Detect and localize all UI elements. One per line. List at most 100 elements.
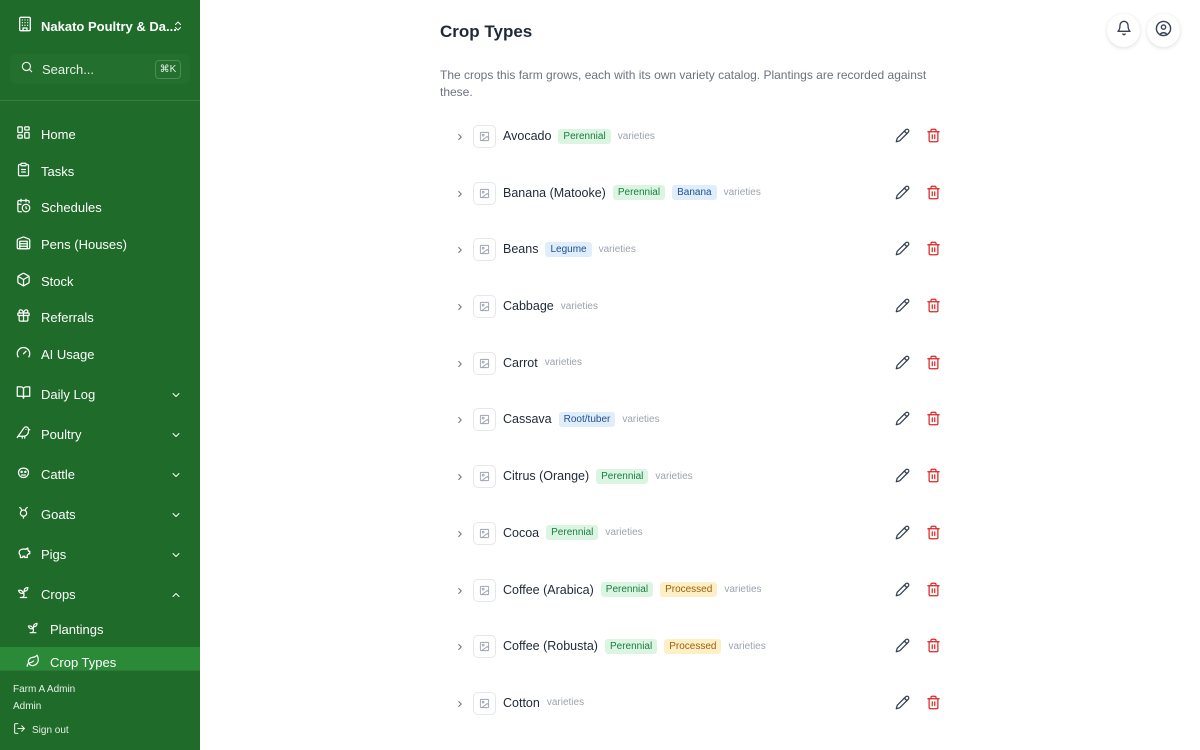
sidebar-item-label: Tasks (41, 163, 75, 179)
image-placeholder-icon (473, 125, 496, 148)
crop-info: Cabbage varieties (503, 296, 598, 316)
sidebar-item-daily-log[interactable]: Daily Log (0, 378, 200, 410)
chevrons-up-down-icon (172, 19, 184, 38)
varieties-label: varieties (605, 527, 643, 539)
sidebar-item-crops[interactable]: Crops (0, 578, 200, 610)
pencil-icon[interactable] (895, 298, 910, 318)
sidebar-item-label: Cattle (41, 466, 75, 482)
crop-name: Avocado (503, 129, 552, 143)
crop-name: Coffee (Arabica) (503, 582, 594, 597)
chevron-down-icon (170, 429, 182, 444)
sidebar-item-cattle[interactable]: Cattle (0, 458, 200, 490)
sidebar-item-pigs[interactable]: Pigs (0, 538, 200, 570)
pencil-icon[interactable] (895, 638, 910, 658)
crop-name: Citrus (Orange) (503, 469, 590, 484)
varieties-label: varieties (655, 470, 693, 482)
chevron-right-icon[interactable] (455, 640, 465, 658)
trash-icon[interactable] (926, 355, 941, 375)
sidebar-subitem-plantings[interactable]: Plantings (0, 614, 200, 644)
sidebar-item-label: Daily Log (41, 386, 96, 402)
pencil-icon[interactable] (895, 411, 910, 431)
crop-row: Banana (Matooke) Perennial Banana varieties (440, 165, 950, 222)
user-name: Farm A Admin (13, 684, 76, 695)
crop-tag: Perennial (596, 468, 649, 484)
pencil-icon[interactable] (895, 695, 910, 715)
sidebar-item-poultry[interactable]: Poultry (0, 418, 200, 450)
sidebar-item-label: Stock (41, 273, 74, 289)
chevron-right-icon[interactable] (455, 697, 465, 715)
crop-tag: Processed (660, 582, 718, 597)
page-title: Crop Types (440, 22, 533, 41)
crop-info: Cassava Root/tuber varieties (503, 409, 660, 429)
pencil-icon[interactable] (895, 355, 910, 375)
sign-out-button[interactable]: Sign out (13, 722, 69, 738)
sprout-icon (16, 585, 31, 603)
sidebar-item-pens-houses[interactable]: Pens (Houses) (0, 228, 200, 260)
pencil-icon[interactable] (895, 185, 910, 205)
trash-icon[interactable] (926, 582, 941, 602)
crop-row: Cocoa Perennial varieties (440, 505, 950, 562)
image-placeholder-icon (473, 351, 496, 375)
sidebar-item-goats[interactable]: Goats (0, 498, 200, 530)
image-placeholder-icon (473, 635, 496, 659)
sidebar-item-label: Crops (41, 586, 76, 602)
pencil-icon[interactable] (895, 582, 910, 602)
sidebar-item-referrals[interactable]: Referrals (0, 301, 200, 333)
crop-info: Coffee (Robusta) Perennial Processed variet… (503, 636, 766, 656)
chevron-right-icon[interactable] (455, 584, 465, 602)
crop-name: Coffee (Robusta) (503, 639, 598, 654)
chevron-right-icon[interactable] (455, 470, 465, 488)
chevron-right-icon[interactable] (455, 130, 465, 148)
chevron-right-icon[interactable] (455, 187, 465, 205)
sidebar-item-home[interactable]: Home (0, 118, 200, 150)
notifications-button[interactable] (1107, 14, 1140, 47)
trash-icon[interactable] (926, 241, 941, 261)
sidebar-item-schedules[interactable]: Schedules (0, 191, 200, 223)
chevron-right-icon[interactable] (455, 243, 465, 261)
bird-icon (16, 425, 31, 443)
chevron-right-icon[interactable] (455, 357, 465, 375)
pencil-icon[interactable] (895, 525, 910, 545)
sidebar-item-stock[interactable]: Stock (0, 265, 200, 297)
warehouse-icon (16, 235, 31, 253)
farm-switcher[interactable]: Nakato Poultry & Da... (0, 0, 200, 52)
trash-icon[interactable] (926, 128, 941, 148)
crop-row: Cassava Root/tuber varieties (440, 391, 950, 448)
trash-icon[interactable] (926, 185, 941, 205)
crop-tag: Processed (664, 638, 722, 654)
chevron-right-icon[interactable] (455, 300, 465, 318)
trash-icon[interactable] (926, 695, 941, 715)
varieties-label: varieties (724, 584, 762, 595)
pencil-icon[interactable] (895, 128, 910, 148)
image-placeholder-icon (473, 181, 496, 205)
chevron-right-icon[interactable] (455, 527, 465, 545)
sidebar-item-tasks[interactable]: Tasks (0, 155, 200, 187)
user-circle-icon (1155, 20, 1172, 42)
crop-tag: Perennial (604, 638, 658, 654)
crop-name: Cabbage (503, 299, 554, 314)
crop-info: Cocoa Perennial varieties (503, 523, 643, 543)
trash-icon[interactable] (926, 638, 941, 658)
trash-icon[interactable] (926, 298, 941, 318)
trash-icon[interactable] (926, 411, 941, 431)
pencil-icon[interactable] (895, 468, 910, 488)
trash-icon[interactable] (926, 525, 941, 545)
search-input[interactable]: Search... ⌘K (10, 54, 190, 84)
image-placeholder-icon (473, 238, 496, 262)
varieties-label: varieties (728, 640, 766, 652)
trash-icon[interactable] (926, 468, 941, 488)
pencil-icon[interactable] (895, 241, 910, 261)
goat-icon (16, 505, 31, 523)
box-icon (16, 272, 31, 290)
book-icon (16, 385, 31, 403)
image-placeholder-icon (473, 578, 496, 602)
crop-row: Citrus (Orange) Perennial varieties (440, 448, 950, 505)
sidebar-item-ai-usage[interactable]: AI Usage (0, 338, 200, 370)
account-button[interactable] (1147, 14, 1180, 47)
chevron-right-icon[interactable] (455, 413, 465, 431)
sidebar-item-label: AI Usage (41, 346, 95, 362)
search-shortcut: ⌘K (155, 60, 181, 79)
sidebar-item-label: Pigs (41, 546, 67, 562)
crop-name: Beans (503, 242, 539, 257)
crop-info: Avocado Perennial varieties (503, 126, 655, 146)
